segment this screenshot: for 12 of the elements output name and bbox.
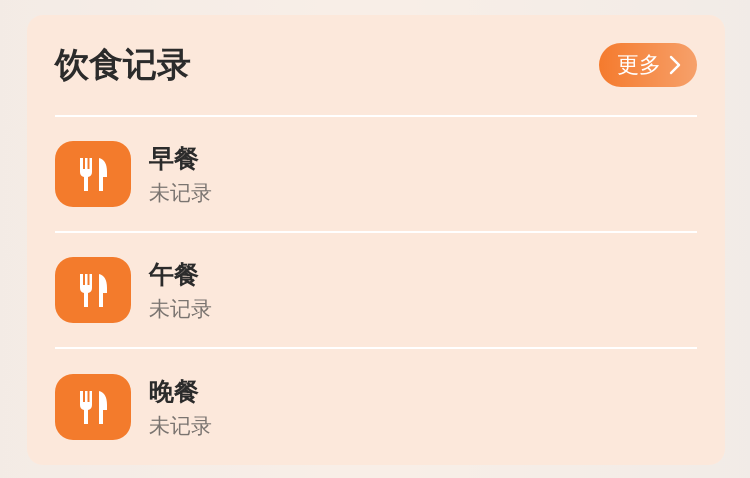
section-title: 饮食记录 [55, 44, 191, 87]
meal-status: 未记录 [149, 412, 212, 440]
meal-name: 晚餐 [149, 376, 200, 408]
more-button[interactable]: 更多 [599, 43, 697, 87]
meal-name: 早餐 [149, 142, 200, 174]
chevron-right-icon [669, 55, 681, 75]
meal-name: 午餐 [149, 258, 200, 290]
fork-knife-icon [55, 257, 131, 323]
meal-status: 未记录 [149, 296, 212, 322]
fork-knife-icon [55, 374, 131, 440]
fork-knife-icon [55, 141, 131, 207]
meal-status: 未记录 [149, 180, 212, 206]
